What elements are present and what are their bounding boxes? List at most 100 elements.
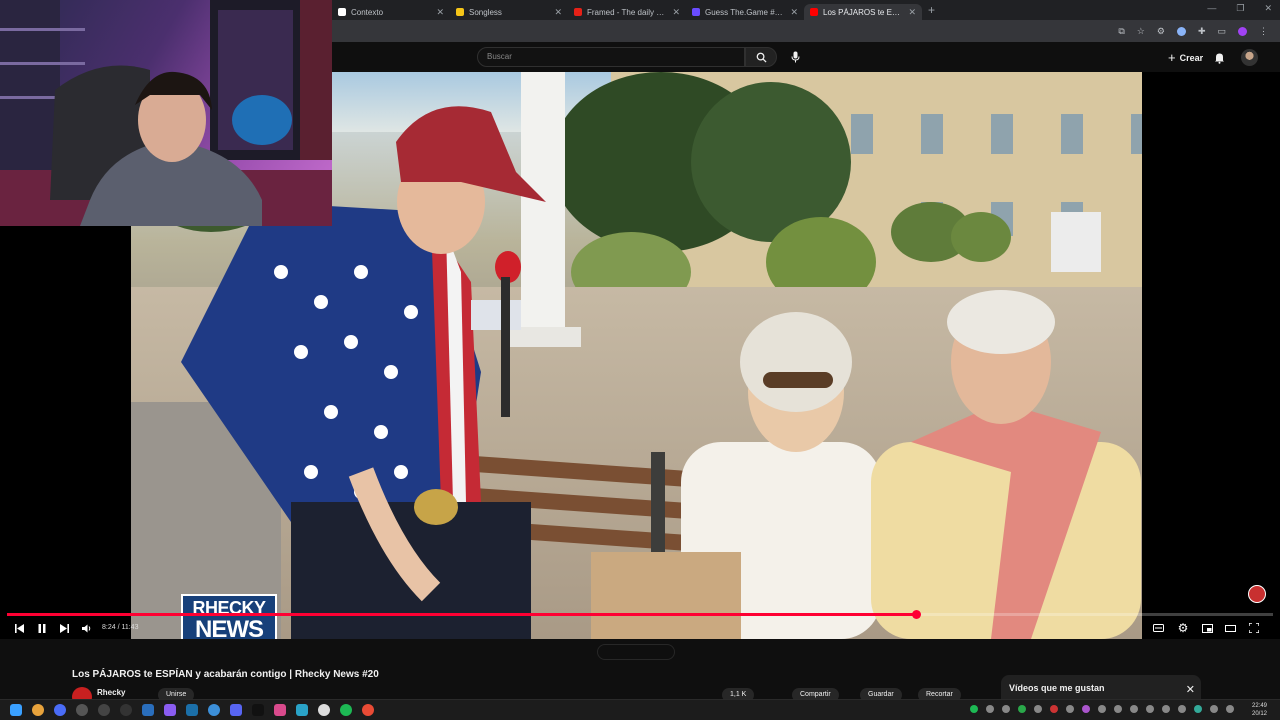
previous-button[interactable] bbox=[12, 621, 26, 635]
tab-songless[interactable]: Songless ✕ bbox=[450, 4, 568, 20]
discord-icon[interactable] bbox=[230, 704, 242, 716]
close-window-button[interactable]: ✕ bbox=[1264, 3, 1272, 14]
tab-guess-the-game[interactable]: Guess The.Game #1316 ✕ bbox=[686, 4, 804, 20]
settings-button[interactable]: ⚙ bbox=[1176, 621, 1190, 635]
create-button[interactable]: + Crear bbox=[1168, 50, 1203, 65]
app-icon[interactable] bbox=[296, 704, 308, 716]
tab-youtube-video[interactable]: Los PÁJAROS te ESPÍAN y a... ✕ bbox=[804, 4, 922, 20]
tray-icon[interactable] bbox=[1082, 705, 1090, 713]
chrome-icon[interactable] bbox=[318, 704, 330, 716]
tab-label: Songless bbox=[469, 7, 502, 17]
miniplayer-button[interactable] bbox=[1200, 621, 1214, 635]
search-icon[interactable] bbox=[32, 704, 44, 716]
tab-label: Framed - The daily movie guess bbox=[587, 7, 668, 17]
sidebar-icon[interactable]: ▭ bbox=[1217, 26, 1226, 37]
fullscreen-button[interactable] bbox=[1247, 621, 1261, 635]
tab-close-icon[interactable]: ✕ bbox=[908, 7, 916, 18]
tab-framed[interactable]: Framed - The daily movie guess ✕ bbox=[568, 4, 686, 20]
framed-favicon-icon bbox=[574, 8, 582, 16]
channel-name[interactable]: Rhecky bbox=[97, 688, 125, 697]
volume-button[interactable] bbox=[80, 621, 94, 635]
tray-icon[interactable] bbox=[1194, 705, 1202, 713]
liked-videos-panel[interactable]: Vídeos que me gustan ✕ bbox=[1001, 675, 1201, 701]
obs-icon[interactable] bbox=[120, 704, 132, 716]
app-icon[interactable] bbox=[208, 704, 220, 716]
browser-tab-strip: Contexto ✕ Songless ✕ Framed - The daily… bbox=[332, 0, 1280, 20]
extension-icon[interactable]: ⚙ bbox=[1157, 26, 1165, 37]
video-info: Los PÁJAROS te ESPÍAN y acabarán contigo… bbox=[0, 639, 1280, 707]
tab-contexto[interactable]: Contexto ✕ bbox=[332, 4, 450, 20]
tab-label: Los PÁJAROS te ESPÍAN y a... bbox=[823, 7, 903, 17]
tab-close-icon[interactable]: ✕ bbox=[554, 7, 562, 18]
windows-taskbar: 22:49 20/12 bbox=[0, 699, 1280, 720]
tray-icon[interactable] bbox=[1178, 705, 1186, 713]
tray-icon[interactable] bbox=[1050, 705, 1058, 713]
contexto-favicon-icon bbox=[338, 8, 346, 16]
pause-button[interactable] bbox=[35, 621, 49, 635]
webcam-overlay bbox=[0, 0, 332, 226]
tray-icon[interactable] bbox=[1018, 705, 1026, 713]
tray-icon[interactable] bbox=[1162, 705, 1170, 713]
steam-icon[interactable] bbox=[186, 704, 198, 716]
menu-kebab-icon[interactable]: ⋮ bbox=[1259, 26, 1268, 37]
system-clock[interactable]: 22:49 20/12 bbox=[1252, 702, 1267, 718]
miniplayer-icon bbox=[1201, 623, 1213, 633]
theater-mode-button[interactable] bbox=[1223, 621, 1237, 635]
tab-close-icon[interactable]: ✕ bbox=[672, 7, 680, 18]
account-avatar[interactable] bbox=[1241, 49, 1258, 66]
app-icon[interactable] bbox=[274, 704, 286, 716]
channel-watermark-icon[interactable] bbox=[1248, 585, 1266, 603]
windows-start-icon[interactable] bbox=[10, 704, 22, 716]
wifi-icon[interactable] bbox=[1210, 705, 1218, 713]
app-v-icon[interactable] bbox=[54, 704, 66, 716]
tray-icon[interactable] bbox=[1002, 705, 1010, 713]
tray-icon[interactable] bbox=[1114, 705, 1122, 713]
tray-icon[interactable] bbox=[1130, 705, 1138, 713]
tab-label: Guess The.Game #1316 bbox=[705, 7, 786, 17]
player-controls: 8:24 / 11:43 ⚙ bbox=[0, 618, 1280, 638]
tab-close-icon[interactable]: ✕ bbox=[790, 7, 798, 18]
subtitles-icon bbox=[1152, 624, 1164, 632]
spotify-icon[interactable] bbox=[340, 704, 352, 716]
tray-icon[interactable] bbox=[1098, 705, 1106, 713]
clock-time: 22:49 bbox=[1252, 703, 1268, 709]
search-input[interactable]: Buscar bbox=[477, 47, 745, 67]
profile-icon[interactable] bbox=[1238, 26, 1247, 36]
bell-icon bbox=[1215, 53, 1224, 64]
explorer-icon[interactable] bbox=[142, 704, 154, 716]
extension-icon[interactable] bbox=[1176, 26, 1186, 36]
install-app-icon[interactable]: ⧉ bbox=[1118, 26, 1124, 37]
guess-the-game-favicon-icon bbox=[692, 8, 700, 16]
app-icon[interactable] bbox=[76, 704, 88, 716]
tray-icon[interactable] bbox=[1066, 705, 1074, 713]
webcam-scene bbox=[0, 0, 332, 226]
volume-icon[interactable] bbox=[1226, 705, 1234, 713]
maximize-button[interactable]: ❐ bbox=[1236, 3, 1244, 14]
tray-icon[interactable] bbox=[1034, 705, 1042, 713]
puzzle-icon[interactable]: ✚ bbox=[1198, 26, 1206, 37]
next-button[interactable] bbox=[57, 621, 71, 635]
notifications-button[interactable] bbox=[1214, 51, 1225, 69]
faded-chip bbox=[597, 644, 675, 660]
tray-icon[interactable] bbox=[1146, 705, 1154, 713]
video-title: Los PÁJAROS te ESPÍAN y acabarán contigo… bbox=[72, 669, 379, 680]
clock-date: 20/12 bbox=[1252, 711, 1268, 717]
video-progress-bar[interactable] bbox=[7, 610, 1273, 619]
voice-search-button[interactable] bbox=[788, 50, 802, 64]
microphone-icon bbox=[791, 51, 799, 63]
minimize-button[interactable]: — bbox=[1207, 3, 1216, 14]
bookmark-star-icon[interactable]: ☆ bbox=[1137, 26, 1145, 37]
pause-icon bbox=[38, 623, 46, 633]
tiktok-icon[interactable] bbox=[252, 704, 264, 716]
tray-spotify-icon[interactable] bbox=[970, 705, 978, 713]
twitch-icon[interactable] bbox=[164, 704, 176, 716]
search-icon bbox=[756, 52, 767, 63]
close-icon[interactable]: ✕ bbox=[1186, 683, 1195, 696]
new-tab-button[interactable]: + bbox=[928, 3, 935, 17]
search-button[interactable] bbox=[745, 47, 777, 67]
chrome-icon[interactable] bbox=[362, 704, 374, 716]
subtitles-button[interactable] bbox=[1151, 621, 1165, 635]
tray-icon[interactable] bbox=[986, 705, 994, 713]
tab-close-icon[interactable]: ✕ bbox=[436, 7, 444, 18]
app-icon[interactable] bbox=[98, 704, 110, 716]
